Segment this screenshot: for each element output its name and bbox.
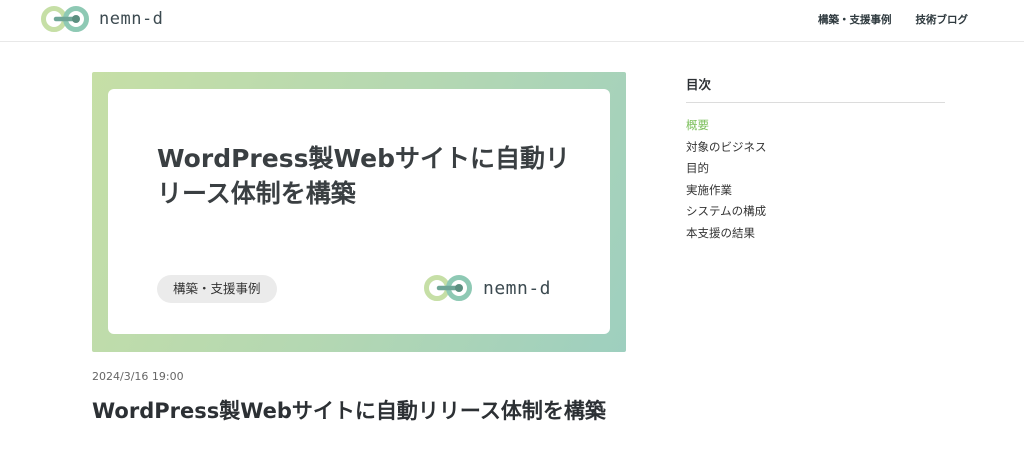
toc-link-results[interactable]: 本支援の結果 xyxy=(686,226,755,240)
toc-item: 目的 xyxy=(686,158,945,180)
toc-link-target-business[interactable]: 対象のビジネス xyxy=(686,140,767,154)
logo-mark-icon xyxy=(424,275,472,301)
toc-item: 実施作業 xyxy=(686,180,945,202)
toc-list: 概要 対象のビジネス 目的 実施作業 システムの構成 本支援の結果 xyxy=(686,115,945,244)
toc-item: 概要 xyxy=(686,115,945,137)
hero-title: WordPress製Webサイトに自動リリース体制を構築 xyxy=(157,144,570,208)
nav-item-case-studies[interactable]: 構築・支援事例 xyxy=(818,12,892,27)
toc-link-purpose[interactable]: 目的 xyxy=(686,161,709,175)
site-logo[interactable]: nemn-d xyxy=(40,5,163,33)
nav-item-tech-blog[interactable]: 技術ブログ xyxy=(916,12,969,27)
toc-link-work-performed[interactable]: 実施作業 xyxy=(686,183,732,197)
post-date: 2024/3/16 19:00 xyxy=(92,370,184,383)
toc-item: 対象のビジネス xyxy=(686,137,945,159)
toc-item: システムの構成 xyxy=(686,201,945,223)
hero-card: WordPress製Webサイトに自動リリース体制を構築 構築・支援事例 nem… xyxy=(108,89,610,334)
toc-link-system-architecture[interactable]: システムの構成 xyxy=(686,204,766,218)
hero-logo: nemn-d xyxy=(423,273,551,303)
site-header: nemn-d 構築・支援事例 技術ブログ xyxy=(0,0,1024,42)
hero-eyecatch: WordPress製Webサイトに自動リリース体制を構築 構築・支援事例 nem… xyxy=(92,72,626,352)
logo-mark-icon xyxy=(41,6,89,32)
post-title: WordPress製Webサイトに自動リリース体制を構築 xyxy=(92,399,606,423)
toc-link-overview[interactable]: 概要 xyxy=(686,118,709,132)
category-tag[interactable]: 構築・支援事例 xyxy=(157,275,277,303)
hero-logo-text: nemn-d xyxy=(483,277,552,299)
toc-heading: 目次 xyxy=(686,74,945,103)
header-nav: 構築・支援事例 技術ブログ xyxy=(818,12,968,27)
toc-item: 本支援の結果 xyxy=(686,223,945,245)
logo-text: nemn-d xyxy=(99,9,164,29)
table-of-contents: 目次 概要 対象のビジネス 目的 実施作業 システムの構成 本支援の結果 xyxy=(686,74,945,244)
